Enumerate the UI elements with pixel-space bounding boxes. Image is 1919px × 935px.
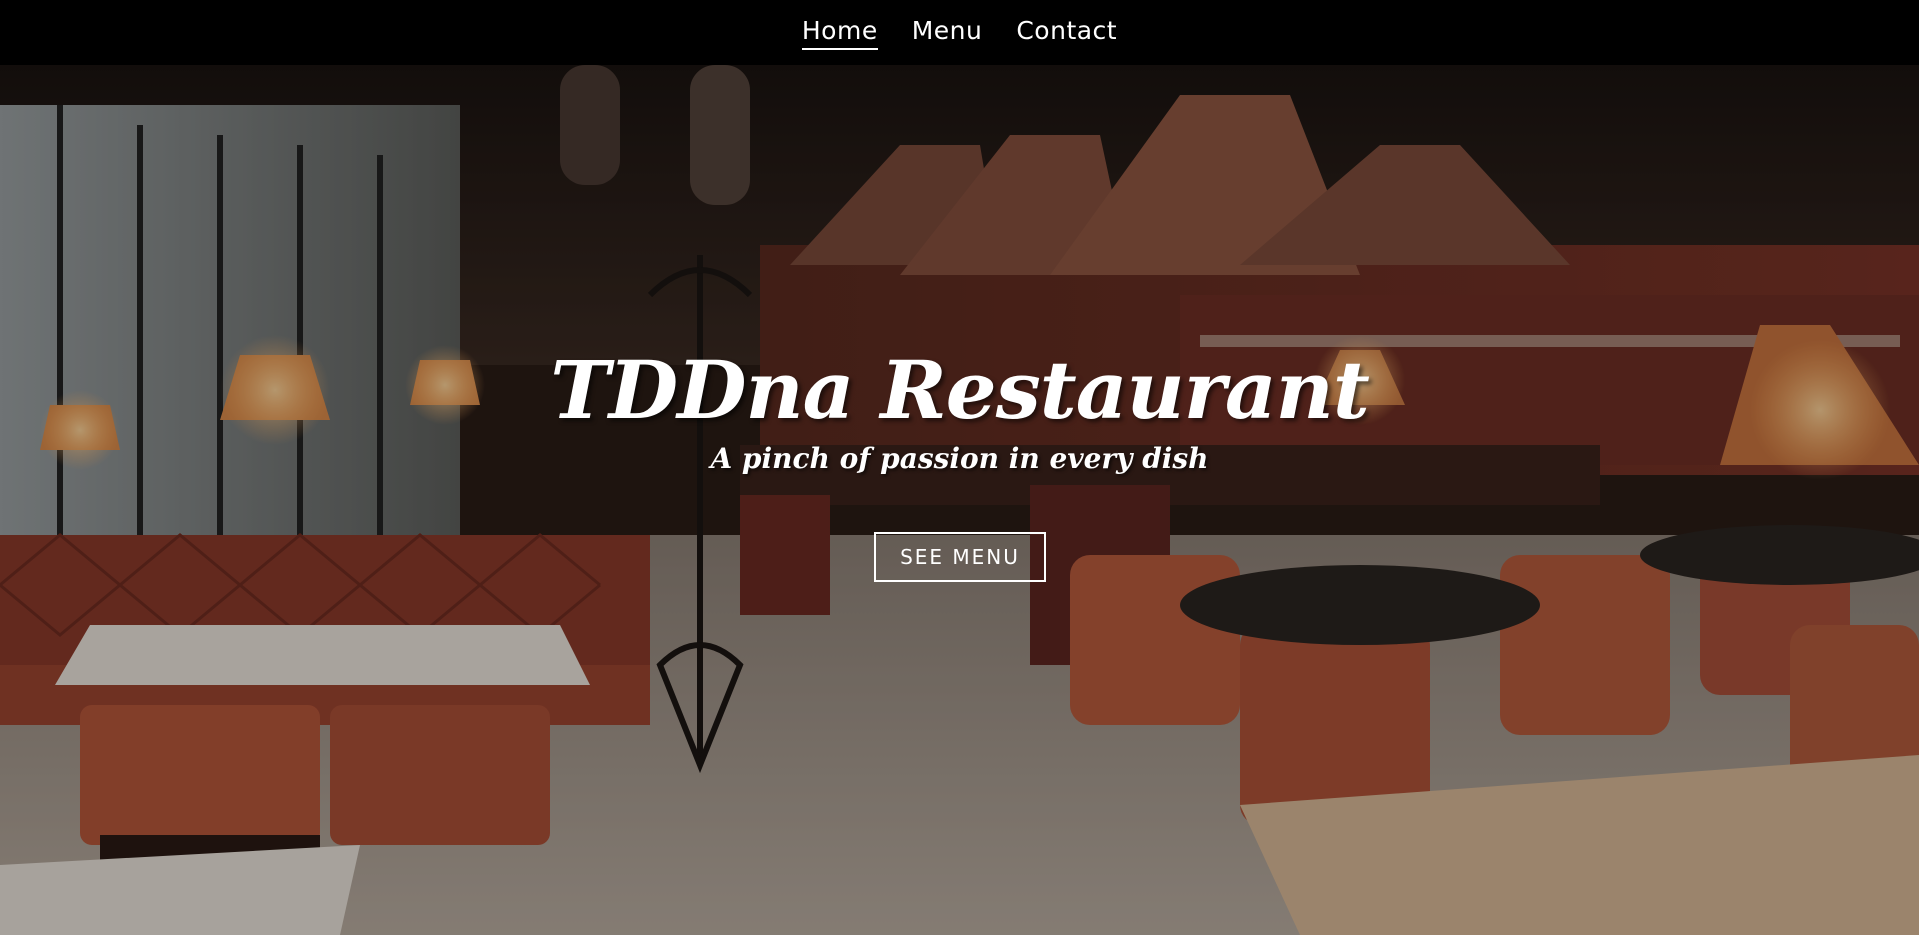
- hero-title: TDDna Restaurant: [550, 343, 1370, 437]
- hero-subtitle: A pinch of passion in every dish: [710, 442, 1209, 475]
- top-navbar: Home Menu Contact: [0, 0, 1919, 65]
- hero-section: TDDna Restaurant A pinch of passion in e…: [0, 65, 1919, 935]
- nav-link-home[interactable]: Home: [801, 16, 878, 50]
- nav-item-contact: Contact: [1016, 16, 1117, 50]
- nav-item-menu: Menu: [912, 16, 983, 50]
- nav-link-menu[interactable]: Menu: [912, 16, 983, 48]
- nav-item-home: Home: [801, 16, 878, 50]
- see-menu-button[interactable]: SEE MENU: [874, 532, 1046, 582]
- hero-content: TDDna Restaurant A pinch of passion in e…: [0, 65, 1919, 935]
- nav-list: Home Menu Contact: [801, 16, 1117, 50]
- nav-link-contact[interactable]: Contact: [1016, 16, 1117, 48]
